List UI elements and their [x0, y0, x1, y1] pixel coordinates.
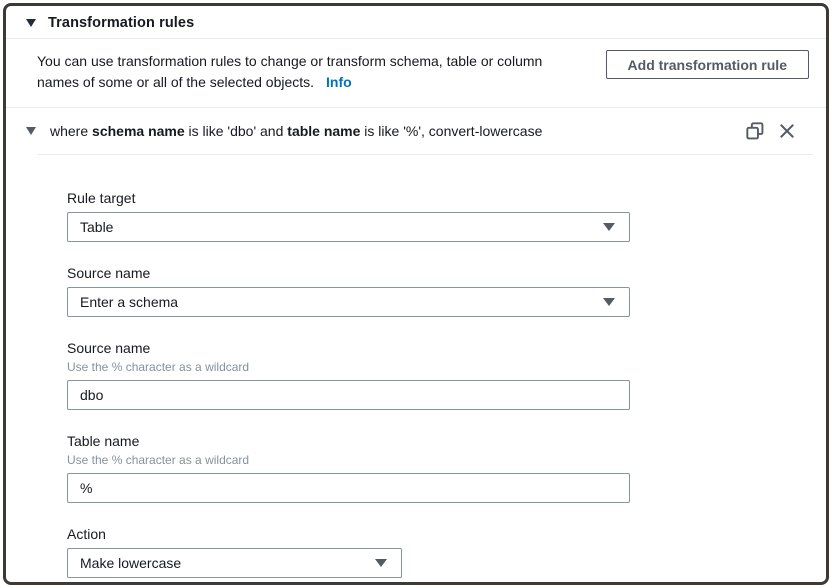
transformation-rules-panel: Transformation rules You can use transfo… [3, 3, 829, 585]
info-link[interactable]: Info [326, 74, 352, 90]
schema-name-input[interactable] [67, 380, 630, 410]
intro-section: You can use transformation rules to chan… [6, 39, 826, 107]
action-field: Action Make lowercase [67, 525, 826, 578]
rule-actions [746, 122, 796, 140]
rule-summary-prefix: where [50, 123, 92, 139]
table-name-input[interactable] [67, 473, 630, 503]
triangle-down-icon[interactable] [26, 19, 36, 27]
close-icon[interactable] [778, 122, 796, 140]
description-line-2-text: names of some or all of the selected obj… [37, 74, 314, 90]
rule-summary-text: where schema name is like 'dbo' and tabl… [50, 123, 746, 139]
description-line-2: names of some or all of the selected obj… [37, 72, 597, 93]
rule-target-label: Rule target [67, 189, 826, 207]
rule-summary-table-name: table name [287, 123, 360, 139]
rule-target-select[interactable]: Table [67, 212, 630, 242]
panel-title: Transformation rules [48, 15, 194, 31]
rule-form: Rule target Table Source name Enter a sc… [6, 155, 826, 578]
panel-header[interactable]: Transformation rules [6, 6, 826, 38]
add-transformation-rule-button[interactable]: Add transformation rule [606, 50, 809, 79]
schema-name-helper: Use the % character as a wildcard [67, 360, 826, 375]
table-name-label: Table name [67, 432, 826, 450]
triangle-down-icon [603, 298, 615, 306]
action-value: Make lowercase [80, 555, 181, 571]
rule-target-field: Rule target Table [67, 189, 826, 242]
table-name-helper: Use the % character as a wildcard [67, 453, 826, 468]
rule-summary-row: where schema name is like 'dbo' and tabl… [6, 108, 826, 154]
rule-summary-mid: is like 'dbo' and [185, 123, 288, 139]
description-line-1: You can use transformation rules to chan… [37, 51, 597, 72]
rule-target-value: Table [80, 219, 113, 235]
source-type-value: Enter a schema [80, 294, 178, 310]
triangle-down-icon [603, 223, 615, 231]
triangle-down-icon [375, 559, 387, 567]
copy-icon[interactable] [746, 122, 764, 140]
rule-summary-schema-name: schema name [92, 123, 185, 139]
rule-summary-suffix: is like '%', convert-lowercase [360, 123, 542, 139]
triangle-down-icon[interactable] [26, 127, 36, 135]
table-name-field: Table name Use the % character as a wild… [67, 432, 826, 503]
action-label: Action [67, 525, 826, 543]
source-type-label: Source name [67, 264, 826, 282]
source-type-field: Source name Enter a schema [67, 264, 826, 317]
source-type-select[interactable]: Enter a schema [67, 287, 630, 317]
action-select[interactable]: Make lowercase [67, 548, 402, 578]
schema-name-field: Source name Use the % character as a wil… [67, 339, 826, 410]
schema-name-label: Source name [67, 339, 826, 357]
